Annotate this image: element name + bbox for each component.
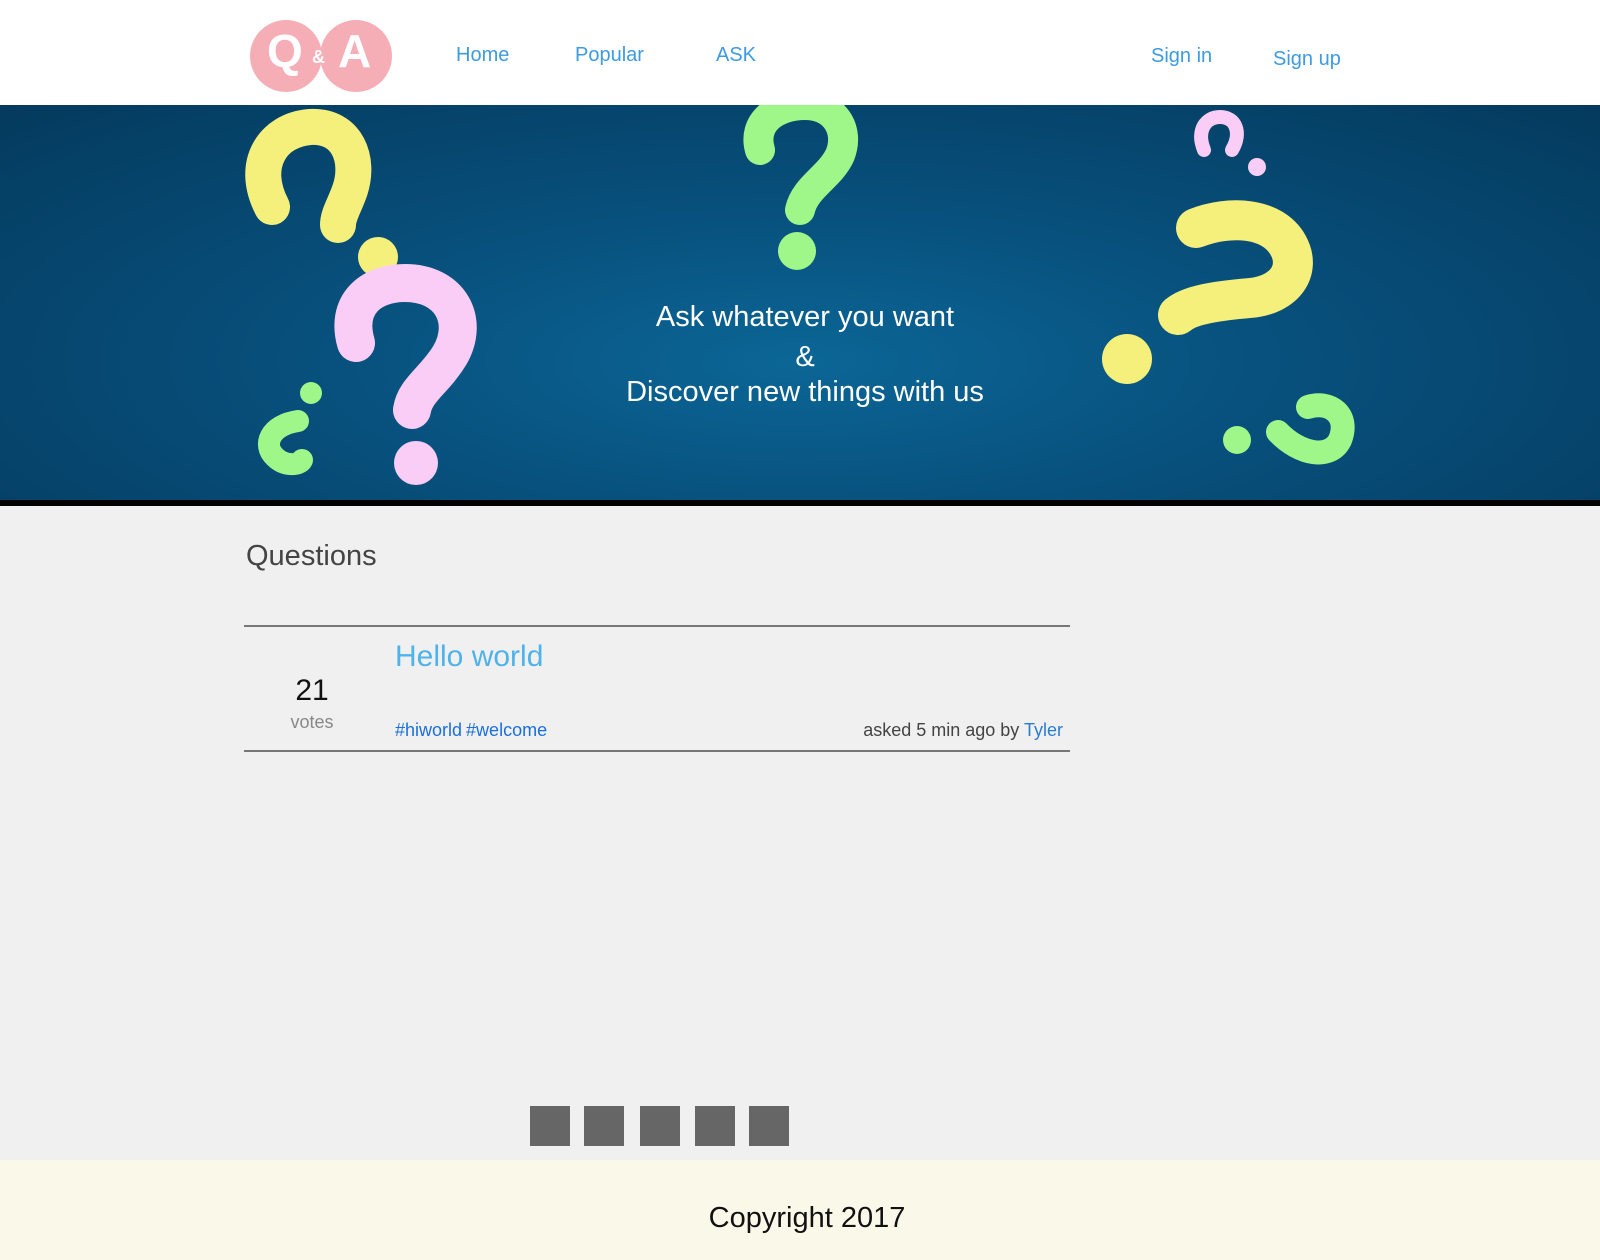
question-meta: asked 5 min ago by Tyler (863, 720, 1063, 741)
questions-heading: Questions (246, 540, 377, 572)
author-link[interactable]: Tyler (1024, 720, 1063, 740)
sideways-green-question-mark-icon (1223, 393, 1355, 465)
question-title-link[interactable]: Hello world (395, 640, 543, 674)
pagination (0, 1106, 1600, 1146)
logo-ampersand: & (312, 47, 325, 67)
site-footer: Copyright 2017 (0, 1160, 1600, 1260)
nav-home-link[interactable]: Home (456, 44, 509, 67)
page-button-4[interactable] (695, 1106, 735, 1146)
site-header: Q & A Home Popular ASK Sign in Sign up (0, 0, 1600, 105)
hero-ampersand: & (795, 341, 815, 373)
copyright-text: Copyright 2017 (708, 1202, 906, 1234)
nav-ask-link[interactable]: ASK (716, 44, 756, 67)
tag-link[interactable]: #welcome (466, 720, 547, 740)
votes-label: votes (290, 712, 334, 732)
site-logo[interactable]: Q & A (250, 20, 392, 94)
question-tags: #hiworld #welcome (395, 720, 551, 741)
page-button-3[interactable] (640, 1106, 680, 1146)
page-button-5[interactable] (749, 1106, 789, 1146)
logo-letter-a: A (338, 25, 372, 77)
sideways-yellow-question-mark-icon (1102, 200, 1313, 384)
green-question-mark-icon (743, 105, 859, 270)
page-button-2[interactable] (584, 1106, 624, 1146)
small-pink-question-mark-icon (1194, 109, 1266, 176)
sign-in-link[interactable]: Sign in (1151, 45, 1212, 68)
logo-letter-q: Q (267, 25, 303, 77)
page-button-1[interactable] (530, 1106, 570, 1146)
tag-link[interactable]: #hiworld (395, 720, 462, 740)
hero-subheading: Discover new things with us (626, 376, 984, 408)
green-inverted-question-mark-icon (258, 382, 322, 476)
hero-banner: Ask whatever you want & Discover new thi… (0, 105, 1600, 506)
question-item: 21 votes Hello world #hiworld #welcome as… (244, 625, 1070, 752)
yellow-question-mark-icon (245, 109, 398, 277)
hero-heading: Ask whatever you want (655, 301, 955, 333)
sign-up-link[interactable]: Sign up (1273, 48, 1341, 71)
pink-question-mark-icon (334, 263, 477, 485)
vote-count: 21 (295, 674, 329, 707)
nav-popular-link[interactable]: Popular (575, 44, 644, 67)
question-asked-text: asked 5 min ago by (863, 720, 1020, 740)
